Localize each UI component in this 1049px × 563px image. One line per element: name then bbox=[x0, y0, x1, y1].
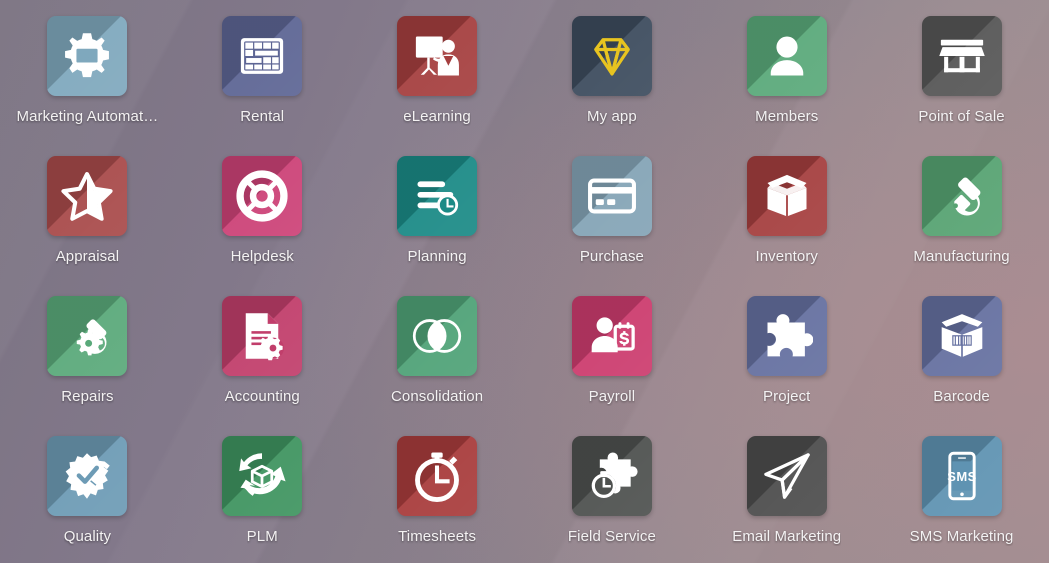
app-label: Members bbox=[755, 108, 819, 125]
storefront-icon[interactable] bbox=[921, 16, 1002, 96]
diamond-icon[interactable] bbox=[571, 16, 652, 96]
venn-circles-icon[interactable] bbox=[397, 296, 478, 376]
app-label: Inventory bbox=[755, 248, 819, 265]
app-tile-point-of-sale[interactable]: Point of Sale bbox=[874, 8, 1049, 148]
apps-grid: Marketing Automat… Rental eLearning My a… bbox=[0, 0, 1049, 563]
app-tile-repairs[interactable]: Repairs bbox=[0, 288, 175, 428]
document-gear-icon[interactable] bbox=[222, 296, 303, 376]
app-tile-sms-marketing[interactable]: SMS SMS Marketing bbox=[874, 428, 1049, 563]
app-tile-accounting[interactable]: Accounting bbox=[175, 288, 350, 428]
app-label: Payroll bbox=[588, 388, 636, 405]
open-box-icon[interactable] bbox=[746, 156, 827, 236]
app-label: Quality bbox=[63, 528, 112, 545]
svg-text:SMS: SMS bbox=[947, 469, 976, 484]
app-label: Consolidation bbox=[390, 388, 484, 405]
calendar-gantt-icon[interactable] bbox=[222, 16, 303, 96]
app-tile-manufacturing[interactable]: Manufacturing bbox=[874, 148, 1049, 288]
app-tile-inventory[interactable]: Inventory bbox=[699, 148, 874, 288]
stopwatch-icon[interactable] bbox=[397, 436, 478, 516]
app-label: My app bbox=[587, 108, 637, 125]
app-label: Purchase bbox=[579, 248, 644, 265]
app-label: Marketing Automat… bbox=[16, 108, 159, 125]
app-tile-field-service[interactable]: Field Service bbox=[524, 428, 699, 563]
presentation-teacher-icon[interactable] bbox=[397, 16, 478, 96]
app-label: Helpdesk bbox=[230, 248, 294, 265]
app-label: Barcode bbox=[933, 388, 990, 405]
wrench-icon[interactable] bbox=[921, 156, 1002, 236]
app-label: Rental bbox=[240, 108, 285, 125]
puzzle-piece-icon[interactable] bbox=[746, 296, 827, 376]
app-label: Project bbox=[763, 388, 811, 405]
app-label: Accounting bbox=[224, 388, 300, 405]
recycle-box-icon[interactable] bbox=[222, 436, 303, 516]
person-icon[interactable] bbox=[746, 16, 827, 96]
wrench-gear-icon[interactable] bbox=[47, 296, 128, 376]
app-label: SMS Marketing bbox=[909, 528, 1014, 545]
bars-clock-icon[interactable] bbox=[397, 156, 478, 236]
app-tile-my-app[interactable]: My app bbox=[524, 8, 699, 148]
app-tile-quality[interactable]: Quality bbox=[0, 428, 175, 563]
app-tile-members[interactable]: Members bbox=[699, 8, 874, 148]
app-label: Email Marketing bbox=[732, 528, 842, 545]
app-tile-purchase[interactable]: Purchase bbox=[524, 148, 699, 288]
app-label: Manufacturing bbox=[913, 248, 1010, 265]
app-tile-marketing-automation[interactable]: Marketing Automat… bbox=[0, 8, 175, 148]
half-star-icon[interactable] bbox=[47, 156, 128, 236]
mobile-sms-icon[interactable]: SMS bbox=[921, 436, 1002, 516]
puzzle-stopwatch-icon[interactable] bbox=[571, 436, 652, 516]
credit-card-icon[interactable] bbox=[571, 156, 652, 236]
app-label: Planning bbox=[407, 248, 467, 265]
app-tile-plm[interactable]: PLM bbox=[175, 428, 350, 563]
box-barcode-icon[interactable] bbox=[921, 296, 1002, 376]
app-tile-timesheets[interactable]: Timesheets bbox=[350, 428, 525, 563]
app-label: Repairs bbox=[61, 388, 114, 405]
app-label: Appraisal bbox=[55, 248, 120, 265]
lifebuoy-icon[interactable] bbox=[222, 156, 303, 236]
app-label: PLM bbox=[246, 528, 278, 545]
app-tile-barcode[interactable]: Barcode bbox=[874, 288, 1049, 428]
app-label: Point of Sale bbox=[918, 108, 1005, 125]
paper-plane-icon[interactable] bbox=[746, 436, 827, 516]
badge-pencil-icon[interactable] bbox=[47, 436, 128, 516]
app-tile-consolidation[interactable]: Consolidation bbox=[350, 288, 525, 428]
app-label: Timesheets bbox=[398, 528, 477, 545]
app-label: eLearning bbox=[403, 108, 471, 125]
app-tile-rental[interactable]: Rental bbox=[175, 8, 350, 148]
app-tile-appraisal[interactable]: Appraisal bbox=[0, 148, 175, 288]
gear-envelope-icon[interactable] bbox=[47, 16, 128, 96]
app-tile-helpdesk[interactable]: Helpdesk bbox=[175, 148, 350, 288]
app-tile-project[interactable]: Project bbox=[699, 288, 874, 428]
app-tile-payroll[interactable]: Payroll bbox=[524, 288, 699, 428]
app-tile-email-marketing[interactable]: Email Marketing bbox=[699, 428, 874, 563]
app-tile-planning[interactable]: Planning bbox=[350, 148, 525, 288]
person-dollar-icon[interactable] bbox=[571, 296, 652, 376]
app-label: Field Service bbox=[567, 528, 656, 545]
app-tile-elearning[interactable]: eLearning bbox=[350, 8, 525, 148]
